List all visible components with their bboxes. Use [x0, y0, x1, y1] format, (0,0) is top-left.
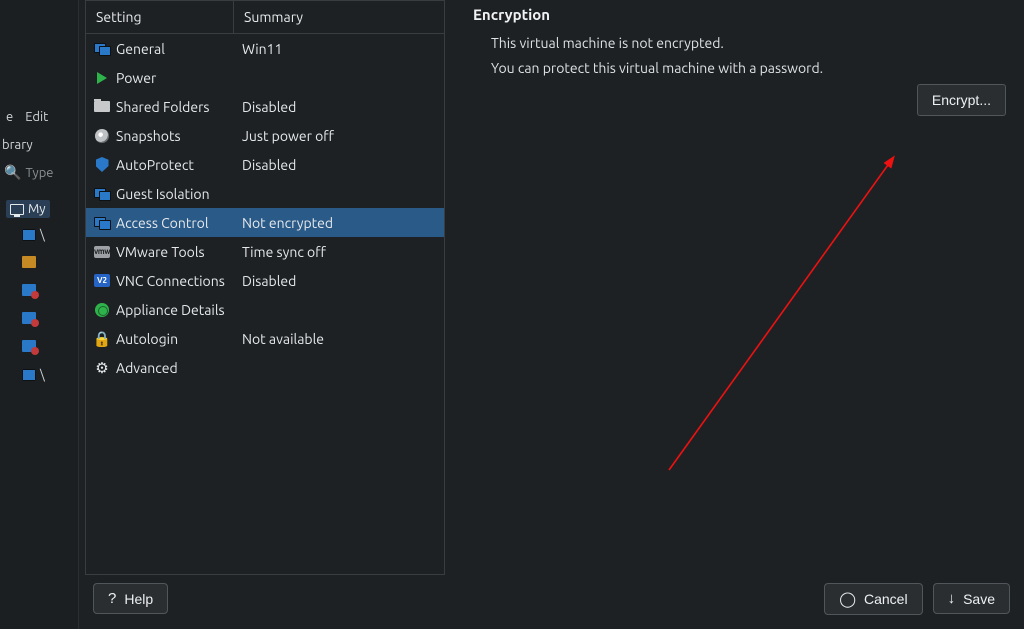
vm-icon-error: [22, 284, 36, 296]
save-button[interactable]: ↓ Save: [933, 583, 1010, 614]
vmware-tools-icon: vmw: [94, 244, 110, 260]
settings-row-summary: Disabled: [234, 157, 444, 173]
help-button[interactable]: ? Help: [93, 583, 168, 614]
cancel-button[interactable]: ◯ Cancel: [824, 583, 922, 615]
settings-row-shared-folders[interactable]: Shared Folders Disabled: [86, 92, 444, 121]
settings-row-label: Appliance Details: [116, 302, 225, 318]
detail-heading: Encryption: [473, 6, 1006, 23]
main-window-left-strip: e Edit: [0, 0, 80, 629]
vm-icon: [22, 229, 36, 241]
settings-row-advanced[interactable]: ⚙ Advanced: [86, 353, 444, 382]
power-icon: [94, 70, 110, 86]
settings-row-summary: Disabled: [234, 99, 444, 115]
vm-settings-dialog: Setting Summary General Win11 Power Shar…: [78, 0, 1024, 629]
detail-text-line1: This virtual machine is not encrypted.: [491, 33, 1006, 54]
library-vm-item[interactable]: \: [22, 228, 45, 242]
settings-row-vnc-connections[interactable]: V2 VNC Connections Disabled: [86, 266, 444, 295]
settings-row-summary: Time sync off: [234, 244, 444, 260]
settings-row-label: VMware Tools: [116, 244, 205, 260]
library-vm-item[interactable]: \: [22, 368, 45, 382]
help-icon: ?: [108, 590, 116, 607]
snapshot-icon: [94, 128, 110, 144]
menubar-fragment: e Edit: [0, 104, 79, 130]
column-header-summary[interactable]: Summary: [234, 1, 444, 33]
settings-row-summary: Just power off: [234, 128, 444, 144]
settings-detail-pane: Encryption This virtual machine is not e…: [445, 0, 1024, 583]
settings-row-summary: Disabled: [234, 273, 444, 289]
vm-icon-error: [22, 312, 36, 324]
settings-row-snapshots[interactable]: Snapshots Just power off: [86, 121, 444, 150]
settings-row-label: VNC Connections: [116, 273, 225, 289]
settings-row-summary: Not encrypted: [234, 215, 444, 231]
settings-list: Setting Summary General Win11 Power Shar…: [85, 0, 445, 575]
autoprotect-icon: [94, 157, 110, 173]
detail-text-line2: You can protect this virtual machine wit…: [491, 58, 1006, 79]
appliance-icon: [94, 302, 110, 318]
guest-isolation-icon: [94, 186, 110, 202]
settings-row-power[interactable]: Power: [86, 63, 444, 92]
library-vm-item[interactable]: [22, 284, 36, 296]
settings-list-header: Setting Summary: [86, 1, 444, 34]
library-vm-item[interactable]: [22, 340, 36, 352]
menu-edit[interactable]: Edit: [25, 110, 48, 124]
settings-row-label: Shared Folders: [116, 99, 209, 115]
vm-icon: [22, 256, 36, 268]
settings-row-label: Advanced: [116, 360, 178, 376]
cancel-icon: ◯: [839, 590, 856, 608]
monitor-icon: [10, 204, 24, 215]
settings-row-summary: Not available: [234, 331, 444, 347]
library-label-fragment: brary: [0, 138, 33, 152]
settings-row-general[interactable]: General Win11: [86, 34, 444, 63]
settings-row-label: Autologin: [116, 331, 178, 347]
library-my-computer-label: My: [28, 202, 46, 216]
settings-row-autoprotect[interactable]: AutoProtect Disabled: [86, 150, 444, 179]
menu-file-fragment[interactable]: e: [6, 110, 13, 124]
library-vm-item[interactable]: [22, 256, 36, 268]
access-control-icon: [94, 215, 110, 231]
save-arrow-icon: ↓: [948, 590, 956, 607]
cancel-button-label: Cancel: [864, 591, 908, 607]
settings-row-label: AutoProtect: [116, 157, 194, 173]
column-header-setting[interactable]: Setting: [86, 1, 234, 33]
lock-icon: 🔒: [94, 331, 110, 347]
settings-row-appliance-details[interactable]: Appliance Details: [86, 295, 444, 324]
vnc-icon: V2: [94, 273, 110, 289]
vm-icon: [22, 369, 36, 381]
settings-row-vmware-tools[interactable]: vmw VMware Tools Time sync off: [86, 237, 444, 266]
settings-row-label: Power: [116, 70, 156, 86]
settings-row-guest-isolation[interactable]: Guest Isolation: [86, 179, 444, 208]
settings-row-label: Snapshots: [116, 128, 181, 144]
settings-rows: General Win11 Power Shared Folders Disab…: [86, 34, 444, 574]
settings-row-summary: Win11: [234, 41, 444, 57]
dialog-button-row: ? Help ◯ Cancel ↓ Save: [79, 583, 1024, 629]
save-button-label: Save: [963, 591, 995, 607]
settings-row-label: Access Control: [116, 215, 209, 231]
settings-row-autologin[interactable]: 🔒 Autologin Not available: [86, 324, 444, 353]
library-search-fragment[interactable]: 🔍 Type: [4, 164, 53, 181]
vm-label-fragment: \: [40, 368, 45, 382]
folder-icon: [94, 99, 110, 115]
settings-row-access-control[interactable]: Access Control Not encrypted: [86, 208, 444, 237]
gear-icon: ⚙: [94, 360, 110, 376]
settings-row-label: General: [116, 41, 165, 57]
library-vm-item[interactable]: [22, 312, 36, 324]
search-placeholder-text: Type: [25, 166, 53, 180]
help-button-label: Help: [124, 591, 153, 607]
encrypt-button[interactable]: Encrypt...: [917, 84, 1006, 116]
vm-label-fragment: \: [40, 228, 45, 242]
vm-icon-error: [22, 340, 36, 352]
general-icon: [94, 41, 110, 57]
search-icon: 🔍: [4, 164, 21, 181]
library-my-computer[interactable]: My: [6, 200, 50, 218]
settings-row-label: Guest Isolation: [116, 186, 210, 202]
